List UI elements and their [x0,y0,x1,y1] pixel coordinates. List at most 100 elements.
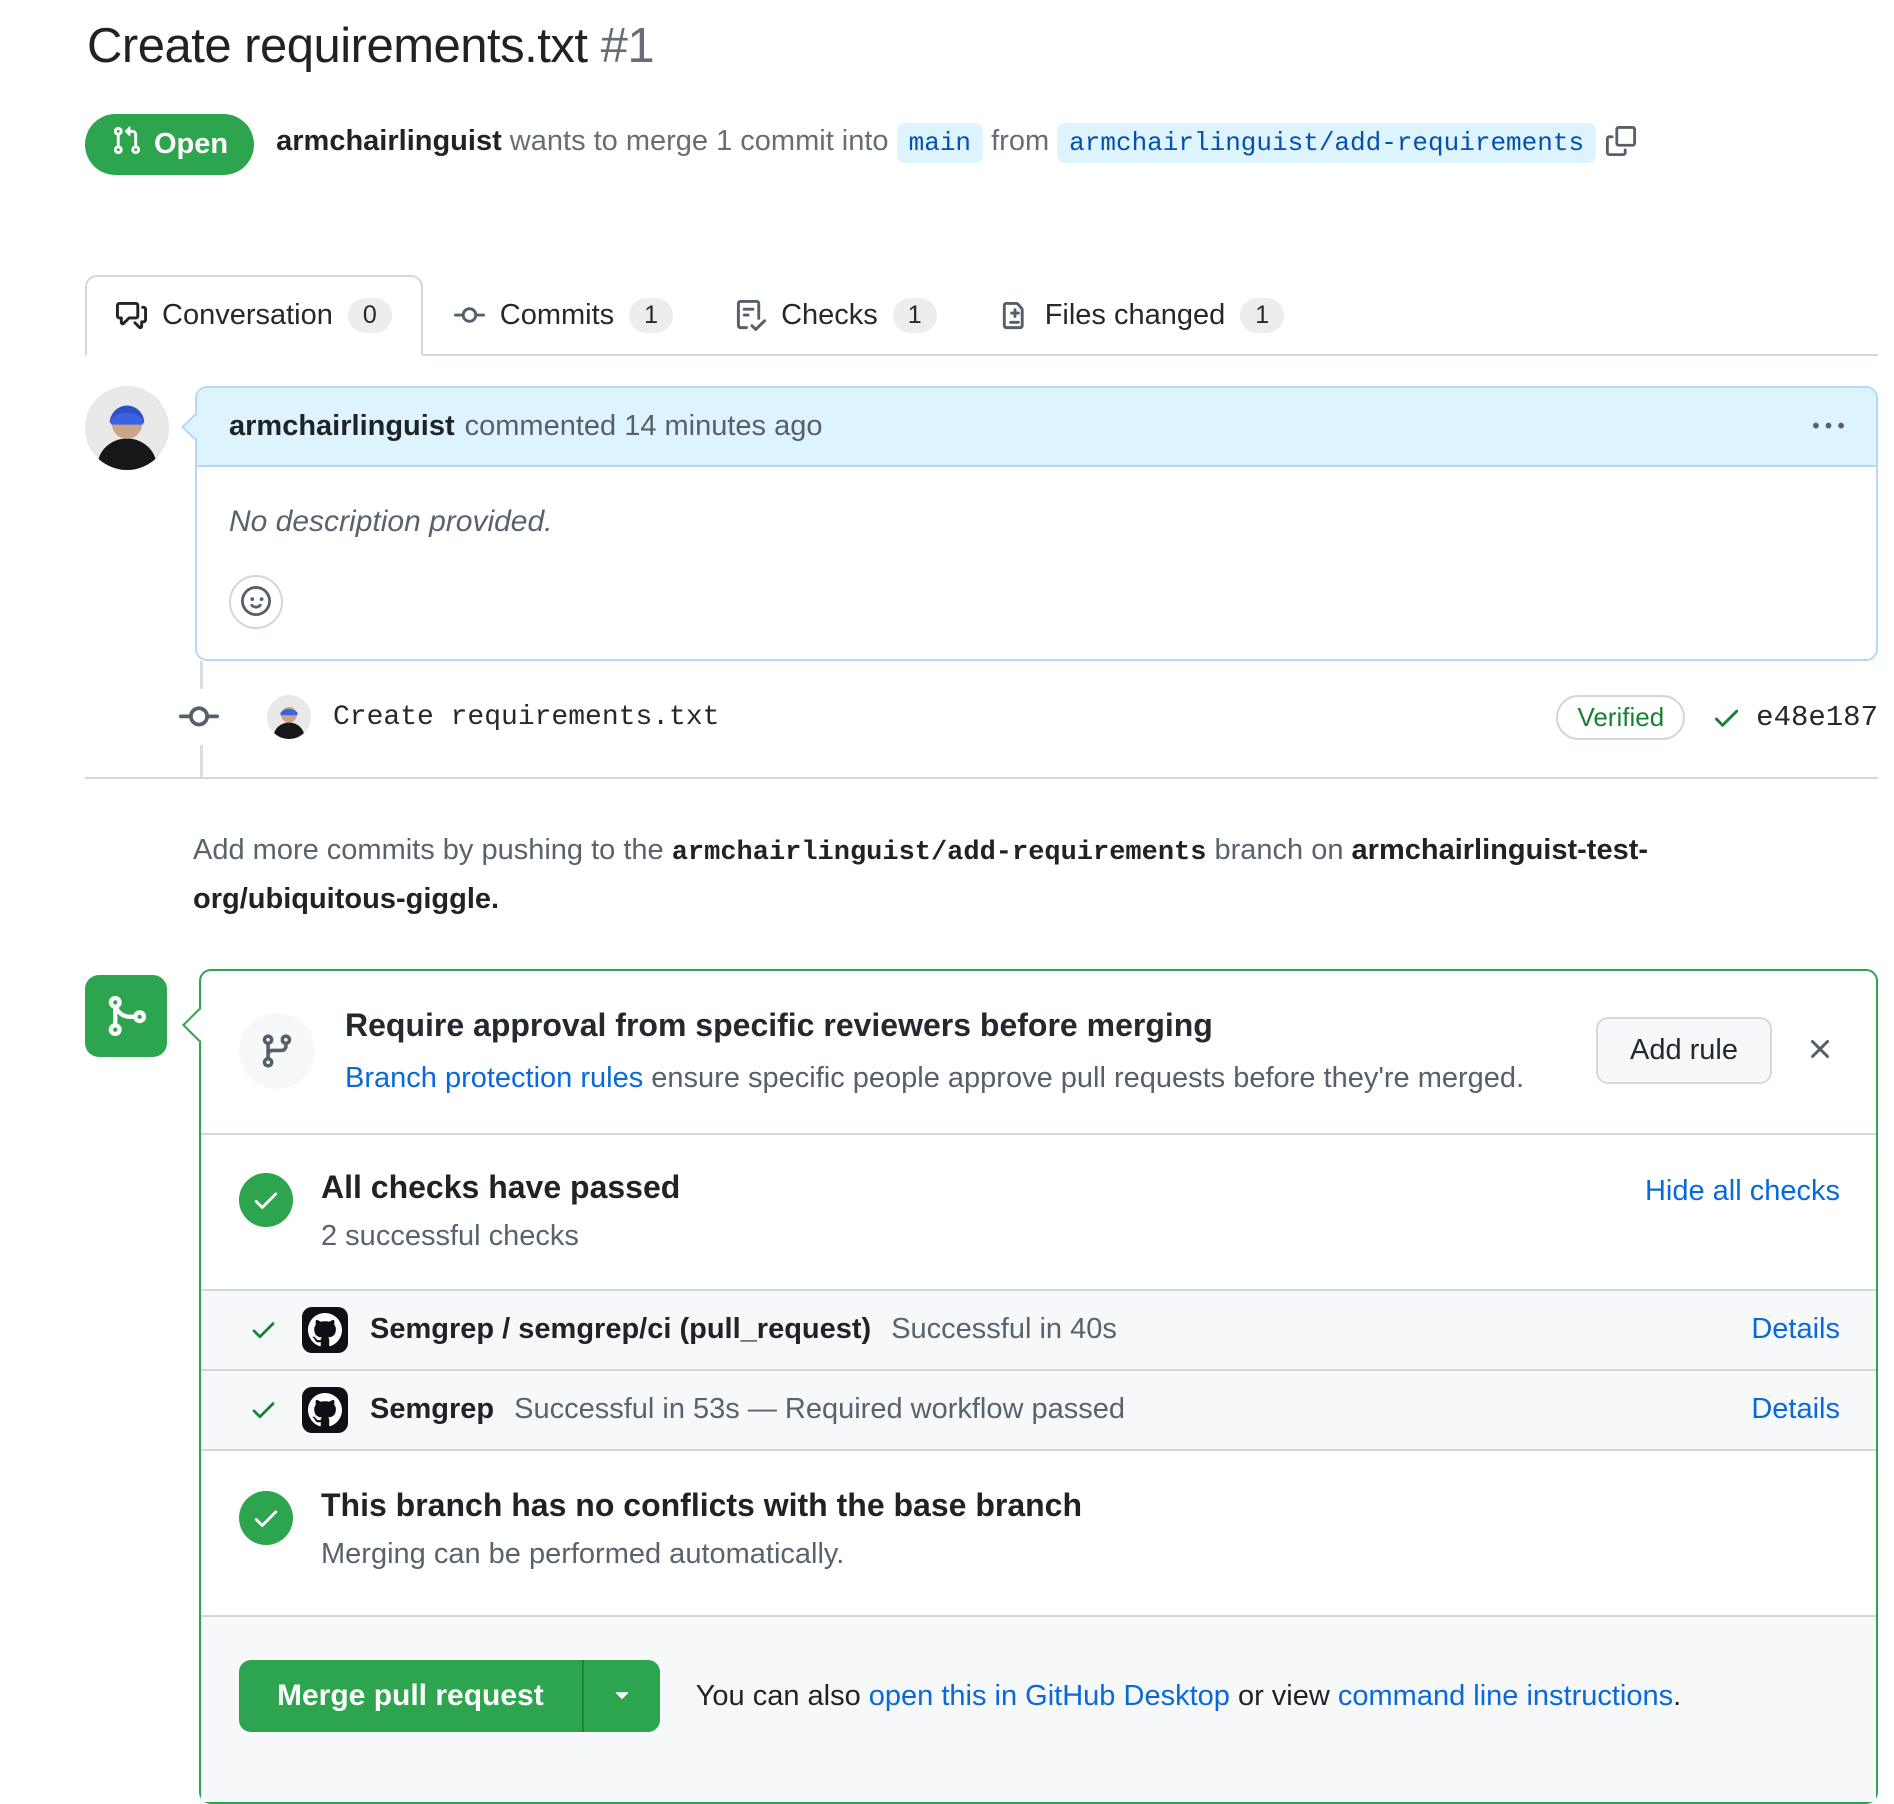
caption-text: You can also [696,1680,869,1712]
head-branch-ref: armchairlinguist/add-requirements [1057,123,1596,163]
checklist-icon [735,300,766,331]
git-commit-icon [179,689,219,745]
checks-summary-text: All checks have passed 2 successful chec… [321,1169,680,1253]
add-rule-button[interactable]: Add rule [1596,1017,1772,1084]
caption-text: or view [1230,1680,1338,1712]
tab-label: Commits [500,299,614,332]
conflicts-subtitle: Merging can be performed automatically. [321,1538,1082,1571]
github-desktop-link[interactable]: open this in GitHub Desktop [869,1680,1230,1712]
commit-message-link[interactable]: Create requirements.txt [333,702,719,733]
merge-section: Require approval from specific reviewers… [85,969,1878,1804]
git-commit-icon [454,300,485,331]
add-reaction-button[interactable] [229,575,283,629]
pr-tabnav: Conversation 0 Commits 1 Checks 1 Files … [85,275,1878,356]
tab-label: Files changed [1045,299,1226,332]
byline-middle: wants to merge 1 commit into [502,125,897,157]
branch-protection-desc-text: ensure specific people approve pull requ… [643,1062,1524,1094]
check-row: Semgrep Successful in 53s — Required wor… [201,1369,1876,1449]
check-icon [249,1395,278,1424]
merge-options-dropdown[interactable] [582,1660,660,1732]
tab-label: Conversation [162,299,333,332]
pr-author[interactable]: armchairlinguist [276,125,502,157]
merge-pull-request-button[interactable]: Merge pull request [239,1660,582,1732]
kebab-menu-icon[interactable] [1813,411,1844,442]
tab-commits[interactable]: Commits 1 [423,275,704,356]
byline-from: from [983,125,1057,157]
branch-protection-text: Require approval from specific reviewers… [345,1007,1524,1095]
check-status: Successful in 40s [891,1313,1117,1346]
hide-all-checks-link[interactable]: Hide all checks [1645,1175,1840,1208]
tab-count: 1 [1240,298,1284,333]
commit-sha-link[interactable]: e48e187 [1756,701,1878,734]
base-branch-ref: main [897,123,983,163]
checks-summary-section: All checks have passed 2 successful chec… [201,1133,1876,1289]
triangle-down-icon [608,1680,636,1713]
pr-title-text: Create requirements.txt [87,19,588,73]
tab-count: 1 [893,298,937,333]
push-note-text: branch on [1206,834,1351,866]
merge-footer: Merge pull request You can also open thi… [201,1615,1876,1802]
check-status: Successful in 53s — Required workflow pa… [514,1393,1125,1426]
tab-count: 1 [629,298,673,333]
check-circle-icon [239,1491,293,1545]
comment-body: No description provided. [197,467,1876,659]
details-link[interactable]: Details [1751,1393,1840,1426]
branch-protection-title: Require approval from specific reviewers… [345,1007,1524,1044]
file-diff-icon [999,300,1030,331]
tab-count: 0 [348,298,392,333]
page-title: Create requirements.txt #1 [87,18,1878,74]
merge-caption: You can also open this in GitHub Desktop… [696,1680,1681,1713]
comment-text: No description provided. [229,505,1844,539]
copy-branch-icon[interactable] [1606,126,1636,164]
verified-badge: Verified [1556,695,1685,740]
timeline-comment: armchairlinguist commented 14 minutes ag… [85,386,1878,661]
git-merge-icon [85,975,167,1057]
conflicts-section: This branch has no conflicts with the ba… [201,1449,1876,1615]
branch-protection-rules-link[interactable]: Branch protection rules [345,1062,643,1094]
pr-byline: armchairlinguist wants to merge 1 commit… [276,125,1636,164]
comment-card: armchairlinguist commented 14 minutes ag… [195,386,1878,661]
check-name: Semgrep [370,1393,494,1426]
comment-meta: commented 14 minutes ago [465,410,823,443]
push-note-text: Add more commits by pushing to the [193,834,672,866]
git-pull-request-icon [111,125,142,164]
check-circle-icon [239,1173,293,1227]
details-link[interactable]: Details [1751,1313,1840,1346]
github-actions-avatar [302,1387,348,1433]
check-row: Semgrep / semgrep/ci (pull_request) Succ… [201,1289,1876,1369]
command-line-instructions-link[interactable]: command line instructions [1338,1680,1673,1712]
commit-author-avatar[interactable] [267,695,311,739]
commit-row: Create requirements.txt Verified e48e187 [85,689,1878,745]
github-actions-avatar [302,1307,348,1353]
tab-label: Checks [781,299,878,332]
checks-summary-subtitle: 2 successful checks [321,1220,680,1253]
timeline-commit: Create requirements.txt Verified e48e187 [85,661,1878,777]
tab-conversation[interactable]: Conversation 0 [85,275,423,356]
smiley-icon [241,586,271,619]
pr-state-label: Open [154,128,228,161]
comment-discussion-icon [116,300,147,331]
caption-text: . [1673,1680,1681,1712]
author-avatar[interactable] [85,386,169,470]
close-icon[interactable] [1804,1033,1836,1065]
push-note-period: . [491,883,499,915]
conflicts-title: This branch has no conflicts with the ba… [321,1487,1082,1524]
merge-pull-request-button-group: Merge pull request [239,1660,660,1732]
pr-header-meta: Open armchairlinguist wants to merge 1 c… [85,96,1878,193]
branch-protection-desc: Branch protection rules ensure specific … [345,1062,1524,1095]
comment-author[interactable]: armchairlinguist [229,410,455,443]
merge-box: Require approval from specific reviewers… [199,969,1878,1804]
timeline-divider [85,777,1878,779]
push-note: Add more commits by pushing to the armch… [193,827,1788,923]
branch-protection-section: Require approval from specific reviewers… [201,971,1876,1133]
check-name: Semgrep / semgrep/ci (pull_request) [370,1313,871,1346]
pr-number: #1 [601,19,655,73]
tab-files-changed[interactable]: Files changed 1 [968,275,1315,356]
commit-check-icon [1711,702,1742,733]
check-icon [249,1315,278,1344]
git-branch-icon [239,1013,315,1089]
pr-state-badge: Open [85,114,254,175]
conflicts-text: This branch has no conflicts with the ba… [321,1487,1082,1571]
push-note-branch: armchairlinguist/add-requirements [672,838,1207,868]
tab-checks[interactable]: Checks 1 [704,275,968,356]
